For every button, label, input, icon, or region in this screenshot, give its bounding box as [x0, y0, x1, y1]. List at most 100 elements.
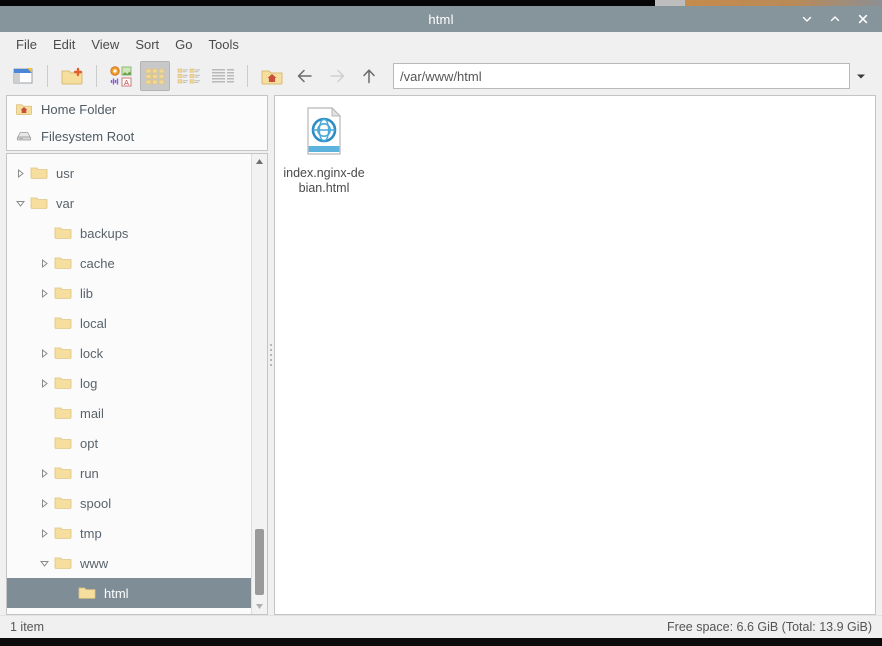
- window-controls: [800, 12, 882, 26]
- folder-icon: [77, 584, 97, 603]
- home-folder-icon: [15, 101, 33, 119]
- expander-collapsed-icon[interactable]: [35, 258, 53, 268]
- forward-button: [323, 61, 351, 91]
- file-item[interactable]: index.nginx-debian.html: [281, 104, 367, 196]
- places-item-filesystem-root[interactable]: Filesystem Root: [7, 123, 267, 150]
- places-item-home[interactable]: Home Folder: [7, 96, 267, 123]
- tree-item-label: opt: [80, 435, 99, 451]
- expander-collapsed-icon[interactable]: [35, 528, 53, 538]
- drive-icon: [15, 128, 33, 146]
- path-value: /var/www/html: [400, 68, 482, 84]
- home-button[interactable]: [257, 61, 287, 91]
- menu-sort[interactable]: Sort: [127, 35, 167, 54]
- tree-item-www[interactable]: www: [7, 548, 251, 578]
- tree-item-label: cache: [80, 255, 115, 271]
- scrollbar-thumb[interactable]: [255, 529, 264, 595]
- folder-icon: [53, 224, 73, 243]
- tree-item-run[interactable]: run: [7, 458, 251, 488]
- new-folder-button[interactable]: [57, 61, 87, 91]
- expander-expanded-icon[interactable]: [35, 559, 53, 568]
- up-button[interactable]: [355, 61, 383, 91]
- tree-item-label: html: [104, 585, 129, 601]
- splitter-grip: [270, 344, 272, 366]
- detailed-list-button[interactable]: [208, 61, 238, 91]
- toolbar-separator: [247, 65, 248, 87]
- tree-item-label: log: [80, 375, 98, 391]
- tree-item-label: tmp: [80, 525, 102, 541]
- tree-item-opt[interactable]: opt: [7, 428, 251, 458]
- menu-tools[interactable]: Tools: [201, 35, 247, 54]
- folder-icon: [53, 434, 73, 453]
- tree-item-label: var: [56, 195, 75, 211]
- directory-tree-panel: usr var backups cache lib local lock log mail opt…: [6, 153, 268, 615]
- menubar: File Edit View Sort Go Tools: [0, 32, 882, 57]
- path-input[interactable]: /var/www/html: [393, 63, 850, 89]
- expander-collapsed-icon[interactable]: [35, 468, 53, 478]
- path-dropdown-button[interactable]: [850, 63, 872, 89]
- minimize-button[interactable]: [800, 12, 814, 26]
- expander-collapsed-icon[interactable]: [35, 288, 53, 298]
- folder-icon: [29, 194, 49, 213]
- tree-item-var[interactable]: var: [7, 188, 251, 218]
- html-document-icon: [302, 106, 346, 161]
- tree-item-local[interactable]: local: [7, 308, 251, 338]
- menu-file[interactable]: File: [8, 35, 45, 54]
- icon-view-button[interactable]: [140, 61, 170, 91]
- item-count: 1 item: [10, 620, 45, 634]
- tree-item-lock[interactable]: lock: [7, 338, 251, 368]
- directory-tree: usr var backups cache lib local lock log mail opt…: [7, 154, 251, 614]
- expander-expanded-icon[interactable]: [11, 199, 29, 208]
- file-list-pane[interactable]: index.nginx-debian.html: [274, 95, 876, 615]
- scroll-up-button[interactable]: [252, 154, 267, 169]
- tree-item-spool[interactable]: spool: [7, 488, 251, 518]
- tree-item-html[interactable]: html: [7, 578, 251, 608]
- statusbar: 1 item Free space: 6.6 GiB (Total: 13.9 …: [0, 615, 882, 638]
- tree-item-usr[interactable]: usr: [7, 158, 251, 188]
- tree-item-mail[interactable]: mail: [7, 398, 251, 428]
- main-body: Home Folder Filesystem Root usr var back…: [0, 95, 882, 615]
- expander-collapsed-icon[interactable]: [35, 348, 53, 358]
- tree-item-label: lib: [80, 285, 94, 301]
- file-manager-window: html File Edit View Sort Go Tools A /var…: [0, 6, 882, 638]
- close-button[interactable]: [856, 12, 870, 26]
- svg-text:A: A: [124, 78, 129, 87]
- toolbar: A /var/www/html: [0, 57, 882, 95]
- expander-collapsed-icon[interactable]: [35, 378, 53, 388]
- menu-view[interactable]: View: [83, 35, 127, 54]
- folder-icon: [53, 554, 73, 573]
- scrollbar-track[interactable]: [252, 169, 267, 599]
- folder-icon: [53, 374, 73, 393]
- tree-item-backups[interactable]: backups: [7, 218, 251, 248]
- scroll-down-button[interactable]: [252, 599, 267, 614]
- back-button[interactable]: [291, 61, 319, 91]
- places-list: Home Folder Filesystem Root: [6, 95, 268, 151]
- tree-scrollbar[interactable]: [251, 154, 267, 614]
- tree-item-label: www: [80, 555, 109, 571]
- tree-item-label: local: [80, 315, 107, 331]
- compact-view-button[interactable]: [174, 61, 204, 91]
- new-window-button[interactable]: [8, 61, 38, 91]
- titlebar[interactable]: html: [0, 6, 882, 32]
- places-item-label: Filesystem Root: [41, 129, 135, 144]
- file-item-label: index.nginx-debian.html: [283, 166, 365, 195]
- tree-item-cache[interactable]: cache: [7, 248, 251, 278]
- folder-icon: [29, 164, 49, 183]
- toolbar-separator: [47, 65, 48, 87]
- toolbar-separator: [96, 65, 97, 87]
- tree-item-label: run: [80, 465, 99, 481]
- address-bar: /var/www/html: [393, 63, 872, 89]
- tree-item-tmp[interactable]: tmp: [7, 518, 251, 548]
- tree-item-lib[interactable]: lib: [7, 278, 251, 308]
- menu-edit[interactable]: Edit: [45, 35, 83, 54]
- expander-collapsed-icon[interactable]: [35, 498, 53, 508]
- expander-collapsed-icon[interactable]: [11, 168, 29, 178]
- menu-go[interactable]: Go: [167, 35, 200, 54]
- folder-icon: [53, 284, 73, 303]
- open-with-button[interactable]: A: [106, 61, 136, 91]
- window-title: html: [428, 11, 454, 27]
- tree-item-log[interactable]: log: [7, 368, 251, 398]
- free-space: Free space: 6.6 GiB (Total: 13.9 GiB): [667, 620, 872, 634]
- folder-icon: [53, 254, 73, 273]
- tree-item-label: lock: [80, 345, 104, 361]
- maximize-button[interactable]: [828, 12, 842, 26]
